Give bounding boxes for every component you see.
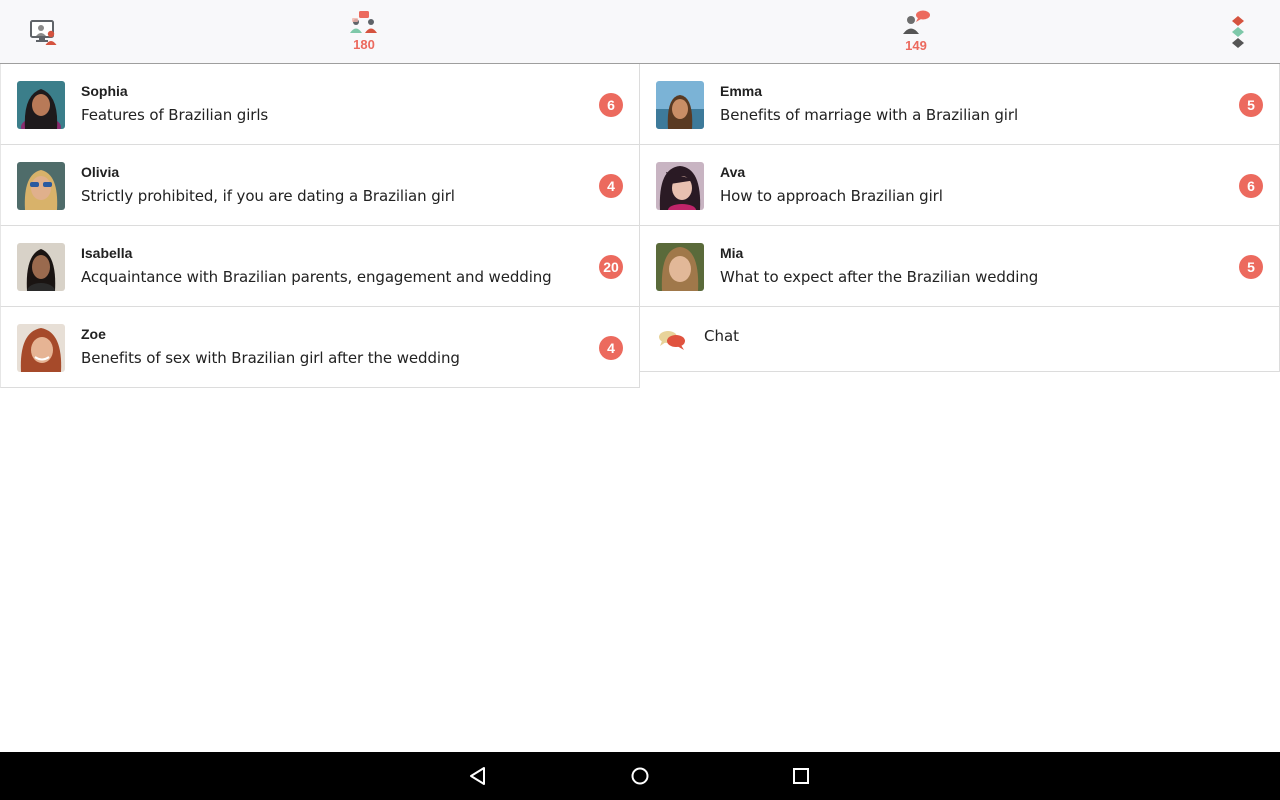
overflow-menu-button[interactable] xyxy=(1222,0,1254,63)
top-app-bar: 180 149 xyxy=(0,0,1280,64)
author-name: Zoe xyxy=(81,326,106,342)
list-item[interactable]: Isabella Acquaintance with Brazilian par… xyxy=(0,226,640,307)
group-discussions-button[interactable]: 180 xyxy=(334,0,394,63)
home-circle-icon xyxy=(631,767,649,785)
avatar xyxy=(17,81,65,129)
back-triangle-icon xyxy=(470,767,485,785)
unread-badge: 4 xyxy=(599,174,623,198)
topic-title: Acquaintance with Brazilian parents, eng… xyxy=(81,268,552,286)
private-messages-button[interactable]: 149 xyxy=(886,0,946,63)
avatar xyxy=(17,243,65,291)
avatar xyxy=(17,324,65,372)
recent-square-icon xyxy=(793,768,809,784)
unread-badge: 4 xyxy=(599,336,623,360)
author-name: Ava xyxy=(720,164,746,180)
chat-label: Chat xyxy=(704,327,740,345)
unread-badge: 5 xyxy=(1239,255,1263,279)
list-item[interactable]: Zoe Benefits of sex with Brazilian girl … xyxy=(0,307,640,388)
avatar xyxy=(656,243,704,291)
system-navigation-bar xyxy=(0,752,1280,800)
chat-item[interactable]: Chat xyxy=(640,307,1280,372)
computer-user-icon xyxy=(30,19,57,45)
topic-title: Features of Brazilian girls xyxy=(81,106,269,124)
group-chat-icon xyxy=(350,11,377,33)
unread-badge: 6 xyxy=(599,93,623,117)
profile-screen-button[interactable] xyxy=(22,0,66,63)
unread-badge: 20 xyxy=(599,255,623,279)
unread-badge: 5 xyxy=(1239,93,1263,117)
home-button[interactable] xyxy=(616,752,664,800)
topic-title: Strictly prohibited, if you are dating a… xyxy=(81,187,455,205)
traffic-light-menu-icon xyxy=(1232,15,1244,48)
topic-title: How to approach Brazilian girl xyxy=(720,187,943,205)
topic-title: Benefits of sex with Brazilian girl afte… xyxy=(81,349,460,367)
list-item[interactable]: Ava How to approach Brazilian girl 6 xyxy=(640,145,1280,226)
group-discussions-count: 180 xyxy=(353,37,375,52)
list-item[interactable]: Olivia Strictly prohibited, if you are d… xyxy=(0,145,640,226)
topic-list-right: Emma Benefits of marriage with a Brazili… xyxy=(640,64,1280,372)
topic-list-left: Sophia Features of Brazilian girls 6 Oli… xyxy=(0,64,640,388)
topic-title: Benefits of marriage with a Brazilian gi… xyxy=(720,106,1019,124)
author-name: Olivia xyxy=(81,164,120,180)
unread-badge: 6 xyxy=(1239,174,1263,198)
list-item[interactable]: Emma Benefits of marriage with a Brazili… xyxy=(640,64,1280,145)
avatar xyxy=(17,162,65,210)
back-button[interactable] xyxy=(454,752,502,800)
author-name: Sophia xyxy=(81,83,128,99)
author-name: Emma xyxy=(720,83,763,99)
topic-title: What to expect after the Brazilian weddi… xyxy=(720,268,1039,286)
list-item[interactable]: Sophia Features of Brazilian girls 6 xyxy=(0,64,640,145)
avatar xyxy=(656,81,704,129)
chat-bubbles-icon xyxy=(659,331,685,350)
recent-apps-button[interactable] xyxy=(777,752,825,800)
author-name: Mia xyxy=(720,245,744,261)
private-messages-count: 149 xyxy=(905,38,927,53)
author-name: Isabella xyxy=(81,245,133,261)
avatar xyxy=(656,162,704,210)
user-message-icon xyxy=(903,10,930,34)
list-item[interactable]: Mia What to expect after the Brazilian w… xyxy=(640,226,1280,307)
